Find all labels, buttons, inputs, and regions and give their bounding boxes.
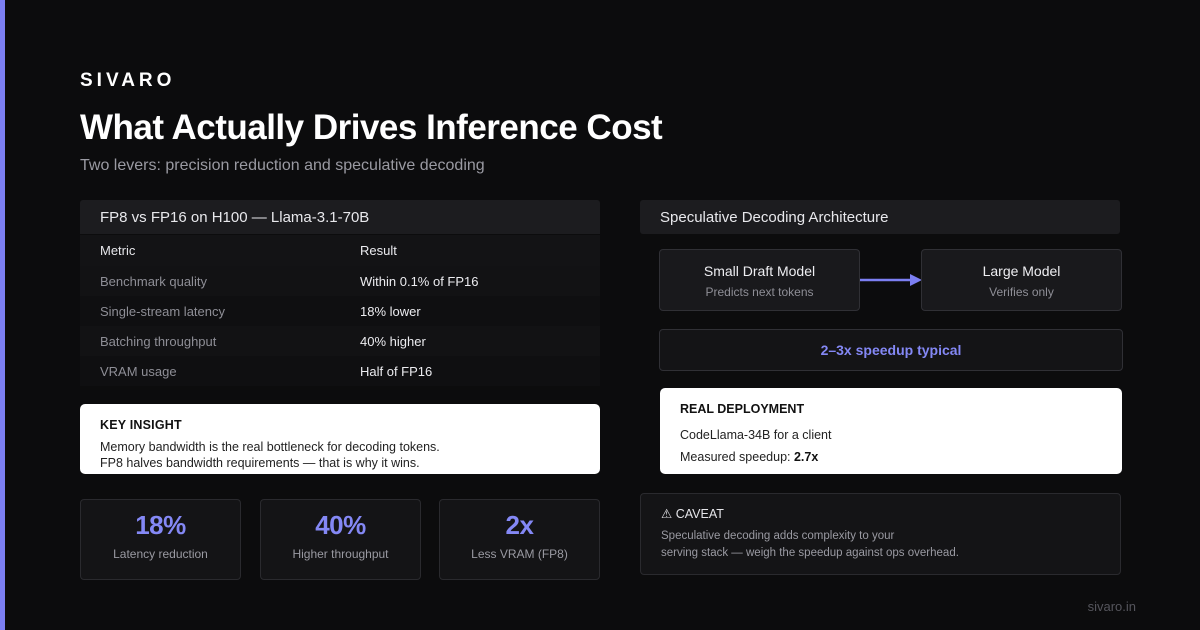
speedup-banner: 2–3x speedup typical xyxy=(659,329,1123,371)
brand-logo: SIVARO xyxy=(80,70,176,91)
table-row: Single-stream latency 18% lower xyxy=(80,296,600,326)
speedup-value: 2.7x xyxy=(793,450,819,464)
table-row: Benchmark quality Within 0.1% of FP16 xyxy=(80,266,600,296)
column-header-result: Result xyxy=(360,243,397,258)
caveat-line: serving stack — weigh the speedup agains… xyxy=(661,547,959,559)
arrow-right-icon xyxy=(860,274,922,286)
stat-value: 18% xyxy=(135,510,186,540)
page-title: What Actually Drives Inference Cost xyxy=(80,108,663,147)
stat-value: 40% xyxy=(315,510,366,540)
real-deployment-line: CodeLlama-34B for a client xyxy=(680,428,832,442)
stat-label: Less VRAM (FP8) xyxy=(471,547,568,561)
table-header-row: Metric Result xyxy=(80,235,600,266)
speculative-decoding-heading: Speculative Decoding Architecture xyxy=(640,200,1120,234)
footer-url: sivaro.in xyxy=(1087,599,1136,614)
key-insight-card: KEY INSIGHT Memory bandwidth is the real… xyxy=(80,404,600,474)
comparison-table: Metric Result Benchmark quality Within 0… xyxy=(80,235,600,386)
real-deployment-speedup: Measured speedup: 2.7x xyxy=(680,446,1102,468)
caveat-line: Speculative decoding adds complexity to … xyxy=(661,530,895,542)
metric-cell: Benchmark quality xyxy=(100,273,207,289)
large-model-name: Large Model xyxy=(982,263,1061,279)
real-deployment-title: REAL DEPLOYMENT xyxy=(680,402,805,416)
result-cell: 40% higher xyxy=(360,333,426,349)
page-subtitle: Two levers: precision reduction and spec… xyxy=(80,157,485,174)
caveat-title-row: ⚠ CAVEAT xyxy=(661,506,1100,521)
stat-label: Higher throughput xyxy=(292,547,389,561)
stat-value: 2x xyxy=(505,510,534,540)
caveat-title: CAVEAT xyxy=(675,507,724,521)
stat-label: Latency reduction xyxy=(113,547,208,561)
warning-icon: ⚠ xyxy=(661,507,673,521)
draft-model-name: Small Draft Model xyxy=(703,263,816,279)
large-model-desc: Verifies only xyxy=(989,285,1054,299)
result-cell: 18% lower xyxy=(360,303,421,319)
comparison-table-heading: FP8 vs FP16 on H100 — Llama-3.1-70B xyxy=(80,200,600,234)
stat-card-throughput: 40% Higher throughput xyxy=(260,499,421,580)
speedup-label: Measured speedup: xyxy=(680,450,791,464)
draft-model-desc: Predicts next tokens xyxy=(705,285,814,299)
table-row: VRAM usage Half of FP16 xyxy=(80,356,600,386)
key-insight-line: FP8 halves bandwidth requirements — that… xyxy=(100,456,420,470)
key-insight-title: KEY INSIGHT xyxy=(100,418,182,432)
key-insight-line: Memory bandwidth is the real bottleneck … xyxy=(100,440,440,454)
real-deployment-card: REAL DEPLOYMENT CodeLlama-34B for a clie… xyxy=(660,388,1122,474)
column-header-metric: Metric xyxy=(100,243,136,258)
metric-cell: Batching throughput xyxy=(100,333,217,349)
result-cell: Within 0.1% of FP16 xyxy=(360,273,479,289)
result-cell: Half of FP16 xyxy=(360,363,433,379)
draft-model-box: Small Draft Model Predicts next tokens xyxy=(659,249,860,311)
metric-cell: VRAM usage xyxy=(100,363,177,379)
metric-cell: Single-stream latency xyxy=(100,303,225,319)
large-model-box: Large Model Verifies only xyxy=(921,249,1122,311)
table-row: Batching throughput 40% higher xyxy=(80,326,600,356)
stat-card-vram: 2x Less VRAM (FP8) xyxy=(439,499,600,580)
accent-bar xyxy=(0,0,5,630)
caveat-card: ⚠ CAVEAT Speculative decoding adds compl… xyxy=(640,493,1121,575)
stat-card-latency: 18% Latency reduction xyxy=(80,499,241,580)
